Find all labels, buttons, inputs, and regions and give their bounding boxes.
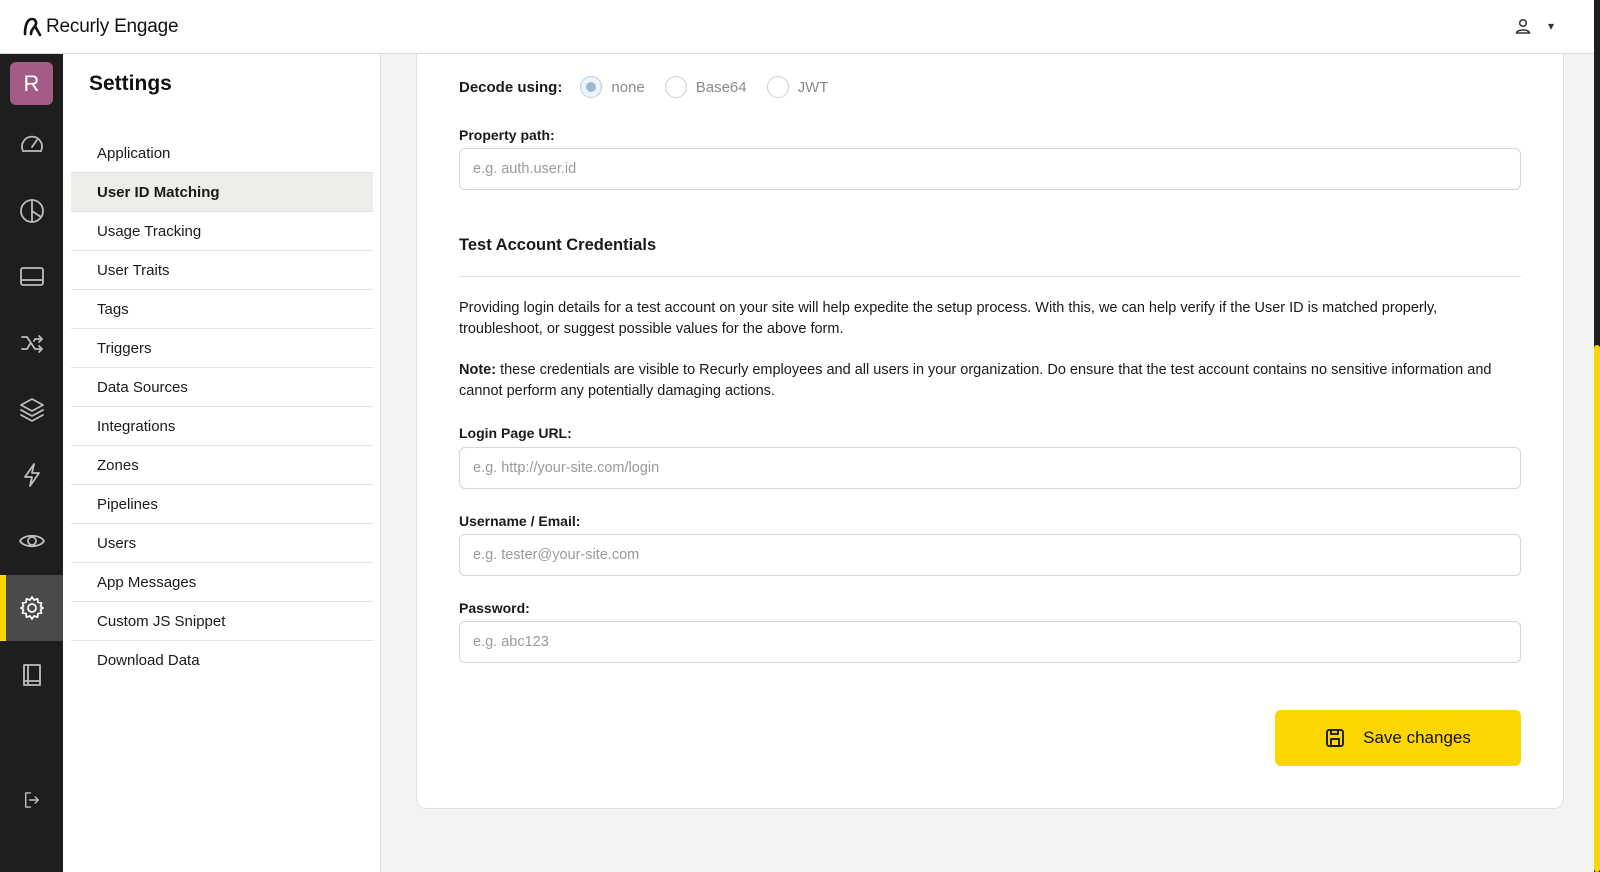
top-bar: Recurly Engage ▾: [0, 0, 1594, 54]
nav-item-integrations[interactable]: Integrations: [71, 407, 373, 446]
nav-item-download-data[interactable]: Download Data: [71, 641, 373, 680]
login-url-input[interactable]: [459, 447, 1521, 489]
book-icon[interactable]: [0, 642, 63, 708]
layers-icon[interactable]: [0, 376, 63, 442]
user-icon: [1515, 18, 1531, 34]
icon-rail: R: [0, 54, 63, 872]
settings-nav: Settings Application User ID Matching Us…: [63, 54, 381, 872]
settings-nav-list: Application User ID Matching Usage Track…: [71, 134, 373, 680]
nav-item-app-messages[interactable]: App Messages: [71, 563, 373, 602]
decode-radio-none[interactable]: none: [580, 76, 645, 98]
pie-chart-icon[interactable]: [0, 178, 63, 244]
radio-label: JWT: [797, 78, 829, 96]
decode-using-group: Decode using: none Base64 JWT: [459, 76, 848, 98]
main-content: Decode using: none Base64 JWT Property p…: [381, 54, 1594, 872]
monitor-icon[interactable]: [0, 244, 63, 310]
username-input[interactable]: [459, 534, 1521, 576]
chevron-down-icon: ▾: [1547, 19, 1554, 33]
password-label: Password:: [459, 600, 530, 616]
save-changes-button[interactable]: Save changes: [1275, 710, 1521, 766]
property-path-label: Property path:: [459, 127, 555, 143]
save-icon: [1326, 729, 1345, 747]
nav-item-pipelines[interactable]: Pipelines: [71, 485, 373, 524]
login-url-label: Login Page URL:: [459, 425, 572, 441]
app-logo[interactable]: Recurly Engage: [22, 15, 179, 38]
gear-icon[interactable]: [0, 575, 63, 641]
nav-item-tags[interactable]: Tags: [71, 290, 373, 329]
radio-indicator[interactable]: [580, 76, 603, 98]
note-body: these credentials are visible to Recurly…: [459, 362, 1492, 399]
nav-item-triggers[interactable]: Triggers: [71, 329, 373, 368]
shuffle-icon[interactable]: [0, 310, 63, 376]
logout-icon[interactable]: [0, 767, 63, 833]
username-label: Username / Email:: [459, 513, 581, 529]
nav-item-usage-tracking[interactable]: Usage Tracking: [71, 212, 373, 251]
page-title: Settings: [89, 72, 172, 95]
decode-using-label: Decode using:: [459, 78, 563, 96]
radio-indicator[interactable]: [664, 76, 687, 98]
settings-card: Decode using: none Base64 JWT Property p…: [416, 54, 1564, 809]
radio-label: Base64: [695, 78, 747, 96]
decode-radio-base64[interactable]: Base64: [664, 76, 747, 98]
divider: [459, 276, 1521, 277]
avatar[interactable]: R: [10, 62, 53, 105]
nav-item-custom-js-snippet[interactable]: Custom JS Snippet: [71, 602, 373, 641]
decode-radio-jwt[interactable]: JWT: [766, 76, 829, 98]
note-label: Note:: [459, 362, 497, 378]
intro-text: Providing login details for a test accou…: [459, 300, 1438, 337]
scrollbar[interactable]: [1594, 0, 1600, 872]
user-menu[interactable]: ▾: [1514, 17, 1554, 35]
radio-indicator[interactable]: [766, 76, 789, 98]
nav-item-user-traits[interactable]: User Traits: [71, 251, 373, 290]
nav-item-zones[interactable]: Zones: [71, 446, 373, 485]
note-text: Note: these credentials are visible to R…: [459, 360, 1521, 402]
eye-icon[interactable]: [0, 508, 63, 574]
nav-item-application[interactable]: Application: [71, 134, 373, 173]
radio-label: none: [611, 78, 645, 96]
nav-item-data-sources[interactable]: Data Sources: [71, 368, 373, 407]
section-title: Test Account Credentials: [459, 236, 657, 254]
recurly-logo-icon: [23, 17, 42, 36]
speedometer-icon[interactable]: [0, 112, 63, 178]
scrollbar-thumb[interactable]: [1594, 345, 1600, 872]
nav-item-users[interactable]: Users: [71, 524, 373, 563]
password-input[interactable]: [459, 621, 1521, 663]
nav-item-user-id-matching[interactable]: User ID Matching: [71, 173, 373, 212]
save-changes-label: Save changes: [1363, 728, 1471, 747]
lightning-icon[interactable]: [0, 442, 63, 508]
property-path-input[interactable]: [459, 148, 1521, 190]
app-title: Recurly Engage: [46, 15, 179, 37]
